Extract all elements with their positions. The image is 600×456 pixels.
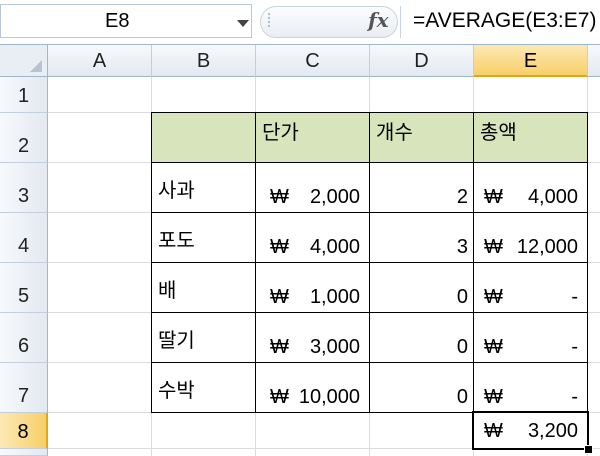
price-value: 3,000 [309, 336, 360, 358]
select-all-triangle-icon [30, 60, 42, 72]
cell-d3[interactable]: 2 [370, 163, 474, 213]
currency-symbol: ₩ [484, 186, 503, 208]
price-value: 10,000 [298, 386, 360, 408]
chevron-down-icon[interactable] [237, 20, 249, 27]
currency-symbol: ₩ [270, 386, 289, 408]
row-header-6[interactable]: 6 [0, 313, 48, 363]
header-price-label: 단가 [262, 122, 299, 144]
cell-c4[interactable]: ₩4,000 [256, 213, 370, 263]
item-name: 사과 [158, 180, 195, 202]
cell-e5[interactable]: ₩ - [474, 263, 588, 313]
row-header-8[interactable]: 8 [0, 413, 48, 449]
row-header-4[interactable]: 4 [0, 213, 48, 263]
header-total-label: 총액 [480, 122, 517, 144]
column-header-e[interactable]: E [474, 45, 588, 77]
count-value: 0 [456, 336, 468, 358]
row-header-7-label: 7 [17, 385, 30, 407]
cell-e7[interactable]: ₩ - [474, 363, 588, 413]
table-border [587, 112, 588, 413]
item-name: 배 [158, 280, 177, 302]
currency-symbol: ₩ [484, 336, 503, 358]
cell-d5[interactable]: 0 [370, 263, 474, 313]
item-name: 딸기 [158, 330, 195, 352]
cell-c6[interactable]: ₩3,000 [256, 313, 370, 363]
total-value: 12,000 [516, 236, 578, 258]
cell-d4[interactable]: 3 [370, 213, 474, 263]
count-value: 2 [456, 186, 468, 208]
total-value: 4,000 [527, 186, 578, 208]
table-border [255, 112, 256, 413]
item-name: 수박 [158, 380, 195, 402]
cell-c3[interactable]: ₩2,000 [256, 163, 370, 213]
cell-d2[interactable]: 개수 [370, 113, 474, 163]
formula-bar-area: E8 fx =AVERAGE(E3:E7) [0, 0, 600, 45]
price-value: 4,000 [309, 236, 360, 258]
cell-b7[interactable]: 수박 [152, 363, 256, 413]
name-box[interactable]: E8 [0, 4, 252, 38]
column-header-f[interactable] [588, 45, 600, 77]
column-header-c[interactable]: C [256, 45, 370, 77]
cell-selection [472, 411, 589, 450]
row-header-4-label: 4 [17, 235, 30, 257]
currency-symbol: ₩ [484, 386, 503, 408]
row-header-3-label: 3 [17, 185, 30, 207]
cell-b3[interactable]: 사과 [152, 163, 256, 213]
cell-d7[interactable]: 0 [370, 363, 474, 413]
resize-grip-icon[interactable] [268, 13, 276, 27]
currency-symbol: ₩ [270, 236, 289, 258]
cell-e3[interactable]: ₩4,000 [474, 163, 588, 213]
price-value: 2,000 [309, 186, 360, 208]
row-header-1-label: 1 [17, 85, 30, 107]
count-value: 0 [456, 286, 468, 308]
item-name: 포도 [158, 230, 195, 252]
total-value: - [571, 386, 578, 408]
cell-d6[interactable]: 0 [370, 313, 474, 363]
row-header-8-label: 8 [17, 421, 29, 443]
cell-b4[interactable]: 포도 [152, 213, 256, 263]
row-header-2-label: 2 [17, 135, 30, 157]
cell-e6[interactable]: ₩ - [474, 313, 588, 363]
formula-input[interactable]: =AVERAGE(E3:E7) [400, 6, 600, 38]
insert-function-icon[interactable]: fx [368, 8, 389, 32]
header-count-label: 개수 [376, 122, 413, 144]
cell-e2[interactable]: 총액 [474, 113, 588, 163]
currency-symbol: ₩ [484, 236, 503, 258]
currency-symbol: ₩ [270, 336, 289, 358]
name-box-value: E8 [105, 10, 130, 32]
cell-c2[interactable]: 단가 [256, 113, 370, 163]
column-header-b[interactable]: B [152, 45, 256, 77]
row-header-9[interactable] [0, 449, 48, 456]
formula-text: =AVERAGE(E3:E7) [413, 9, 597, 32]
currency-symbol: ₩ [270, 286, 289, 308]
fill-handle[interactable] [584, 445, 593, 454]
table-border [151, 112, 152, 413]
row-header-2[interactable]: 2 [0, 113, 48, 163]
column-header-d[interactable]: D [370, 45, 474, 77]
count-value: 3 [456, 236, 468, 258]
total-value: - [571, 286, 578, 308]
cell-c5[interactable]: ₩1,000 [256, 263, 370, 313]
row-header-5-label: 5 [17, 285, 30, 307]
count-value: 0 [456, 386, 468, 408]
cell-e4[interactable]: ₩12,000 [474, 213, 588, 263]
table-border [369, 112, 370, 413]
row-header-3[interactable]: 3 [0, 163, 48, 213]
currency-symbol: ₩ [270, 186, 289, 208]
row-header-7[interactable]: 7 [0, 363, 48, 413]
row-header-1[interactable]: 1 [0, 77, 48, 113]
cell-b2[interactable] [152, 113, 256, 163]
cell-b5[interactable]: 배 [152, 263, 256, 313]
total-value: - [571, 336, 578, 358]
price-value: 1,000 [309, 286, 360, 308]
currency-symbol: ₩ [484, 286, 503, 308]
column-header-a[interactable]: A [48, 45, 152, 77]
row-header-5[interactable]: 5 [0, 263, 48, 313]
table-border [473, 112, 474, 413]
row-header-6-label: 6 [17, 335, 30, 357]
cell-c7[interactable]: ₩10,000 [256, 363, 370, 413]
cell-b6[interactable]: 딸기 [152, 313, 256, 363]
